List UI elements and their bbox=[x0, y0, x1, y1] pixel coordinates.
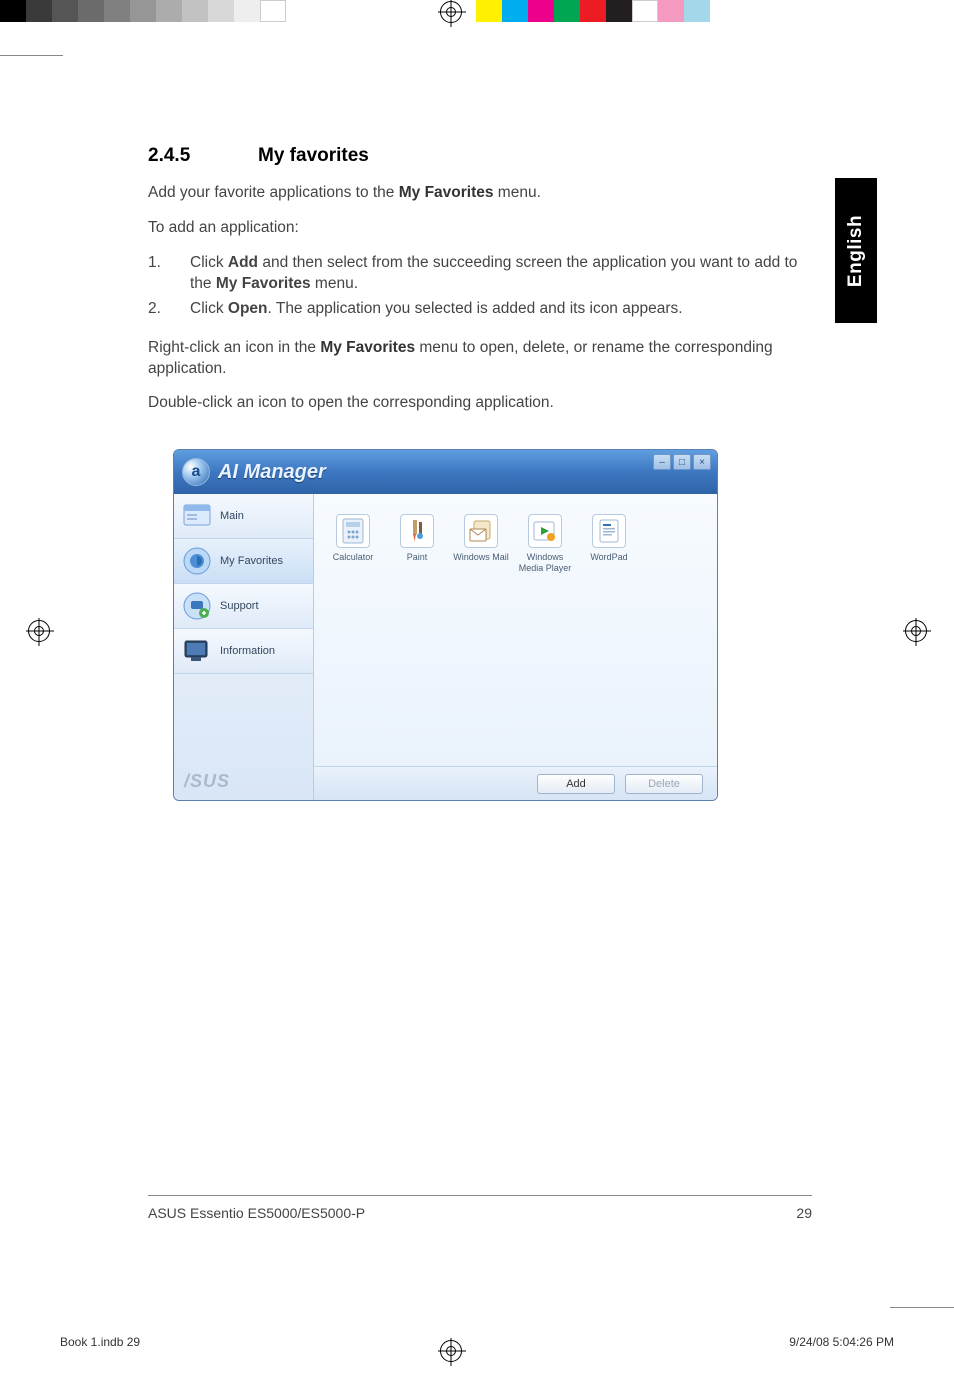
media-player-icon bbox=[528, 514, 562, 548]
sidebar-item-label: My Favorites bbox=[220, 555, 283, 567]
minimize-button[interactable]: – bbox=[653, 454, 671, 470]
window-icon bbox=[182, 501, 212, 531]
intro-line-1: Add your favorite applications to the My… bbox=[148, 183, 813, 204]
close-button[interactable]: × bbox=[693, 454, 711, 470]
registration-mark-icon bbox=[28, 620, 50, 642]
section-title: My favorites bbox=[258, 145, 369, 166]
footer-page-number: 29 bbox=[796, 1205, 812, 1221]
crop-rule bbox=[0, 55, 63, 56]
delete-button[interactable]: Delete bbox=[625, 774, 703, 794]
information-icon bbox=[182, 636, 212, 666]
paragraph-doubleclick: Double-click an icon to open the corresp… bbox=[148, 393, 813, 414]
steps-list: 1. Click Add and then select from the su… bbox=[148, 253, 813, 320]
paragraph-rightclick: Right-click an icon in the My Favorites … bbox=[148, 338, 813, 380]
ai-title-text: AI Manager bbox=[218, 461, 326, 484]
app-label: Windows Mail bbox=[452, 552, 510, 562]
app-label: Windows Media Player bbox=[516, 552, 574, 573]
section-number: 2.4.5 bbox=[148, 145, 258, 167]
sidebar-item-label: Support bbox=[220, 600, 259, 612]
sidebar-item-information[interactable]: Information bbox=[174, 629, 313, 674]
app-windows-mail[interactable]: Windows Mail bbox=[452, 514, 510, 562]
footer-product: ASUS Essentio ES5000/ES5000-P bbox=[148, 1205, 365, 1221]
slug-datetime: 9/24/08 5:04:26 PM bbox=[789, 1335, 894, 1349]
ai-sidebar: Main My Favorites Support bbox=[174, 494, 314, 800]
page-footer: ASUS Essentio ES5000/ES5000-P 29 bbox=[148, 1205, 812, 1221]
registration-mark-icon bbox=[905, 620, 927, 642]
support-icon bbox=[182, 591, 212, 621]
language-tab: English bbox=[835, 178, 877, 323]
ai-bottom-bar: Add Delete bbox=[314, 766, 717, 800]
app-label: Paint bbox=[388, 552, 446, 562]
favorites-icon-grid: Calculator Paint Windows Mail bbox=[314, 494, 717, 766]
registration-mark-icon bbox=[440, 1, 462, 23]
print-slug: Book 1.indb 29 9/24/08 5:04:26 PM bbox=[60, 1335, 894, 1349]
sidebar-item-label: Information bbox=[220, 645, 275, 657]
window-controls: – □ × bbox=[653, 454, 711, 470]
ai-logo-icon: a bbox=[182, 458, 210, 486]
footer-rule bbox=[148, 1195, 812, 1196]
wordpad-icon bbox=[592, 514, 626, 548]
app-wordpad[interactable]: WordPad bbox=[580, 514, 638, 562]
app-label: WordPad bbox=[580, 552, 638, 562]
sidebar-item-label: Main bbox=[220, 510, 244, 522]
app-label: Calculator bbox=[324, 552, 382, 562]
maximize-button[interactable]: □ bbox=[673, 454, 691, 470]
sidebar-item-support[interactable]: Support bbox=[174, 584, 313, 629]
step-item: 1. Click Add and then select from the su… bbox=[148, 253, 813, 295]
step-item: 2. Click Open. The application you selec… bbox=[148, 299, 813, 320]
intro-line-2: To add an application: bbox=[148, 218, 813, 239]
slug-file: Book 1.indb 29 bbox=[60, 1335, 140, 1349]
app-windows-media-player[interactable]: Windows Media Player bbox=[516, 514, 574, 573]
add-button[interactable]: Add bbox=[537, 774, 615, 794]
calculator-icon bbox=[336, 514, 370, 548]
ai-titlebar: a AI Manager – □ × bbox=[174, 450, 717, 494]
printer-colorbar bbox=[0, 0, 954, 22]
sidebar-item-favorites[interactable]: My Favorites bbox=[174, 539, 313, 584]
page-content: 2.4.5My favorites Add your favorite appl… bbox=[148, 145, 813, 801]
paint-icon bbox=[400, 514, 434, 548]
app-paint[interactable]: Paint bbox=[388, 514, 446, 562]
favorites-icon bbox=[182, 546, 212, 576]
language-tab-label: English bbox=[845, 214, 867, 286]
mail-icon bbox=[464, 514, 498, 548]
section-heading: 2.4.5My favorites bbox=[148, 145, 813, 167]
ai-main-panel: Calculator Paint Windows Mail bbox=[314, 494, 717, 800]
ai-manager-window: a AI Manager – □ × Main bbox=[173, 449, 718, 801]
asus-brand-text: /SUS bbox=[174, 763, 313, 800]
crop-rule bbox=[890, 1307, 954, 1308]
sidebar-item-main[interactable]: Main bbox=[174, 494, 313, 539]
app-calculator[interactable]: Calculator bbox=[324, 514, 382, 562]
